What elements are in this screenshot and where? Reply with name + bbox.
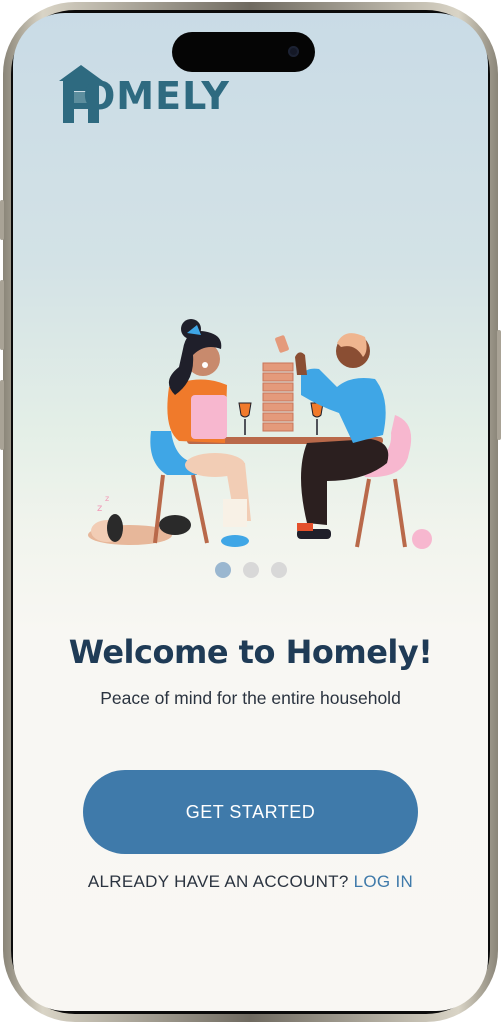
front-camera-icon xyxy=(288,46,299,57)
get-started-button[interactable]: GET STARTED xyxy=(83,770,418,854)
login-prompt: ALREADY HAVE AN ACCOUNT? LOG IN xyxy=(13,872,488,892)
login-link[interactable]: LOG IN xyxy=(354,872,413,891)
carousel-dot-2[interactable] xyxy=(242,562,259,578)
app-logo: OMELY xyxy=(57,65,230,127)
svg-text:z: z xyxy=(105,494,109,503)
carousel-page-indicator xyxy=(13,562,488,578)
welcome-subtitle: Peace of mind for the entire household xyxy=(100,688,401,708)
have-account-text: ALREADY HAVE AN ACCOUNT? xyxy=(87,872,349,891)
svg-text:z: z xyxy=(97,503,102,514)
welcome-title: Welcome to Homely! xyxy=(68,633,433,671)
brand-wordmark: OMELY xyxy=(83,74,230,118)
carousel-dot-3[interactable] xyxy=(270,562,287,578)
volume-up-button xyxy=(0,280,4,350)
action-button xyxy=(0,200,4,240)
app-screen: OMELY z z Welcome to Homely! Peace of mi… xyxy=(13,13,488,1011)
carousel-dot-1[interactable] xyxy=(214,562,231,578)
couple-playing-jenga-illustration: z z xyxy=(88,319,432,549)
volume-down-button xyxy=(0,380,4,450)
power-button xyxy=(497,330,501,440)
